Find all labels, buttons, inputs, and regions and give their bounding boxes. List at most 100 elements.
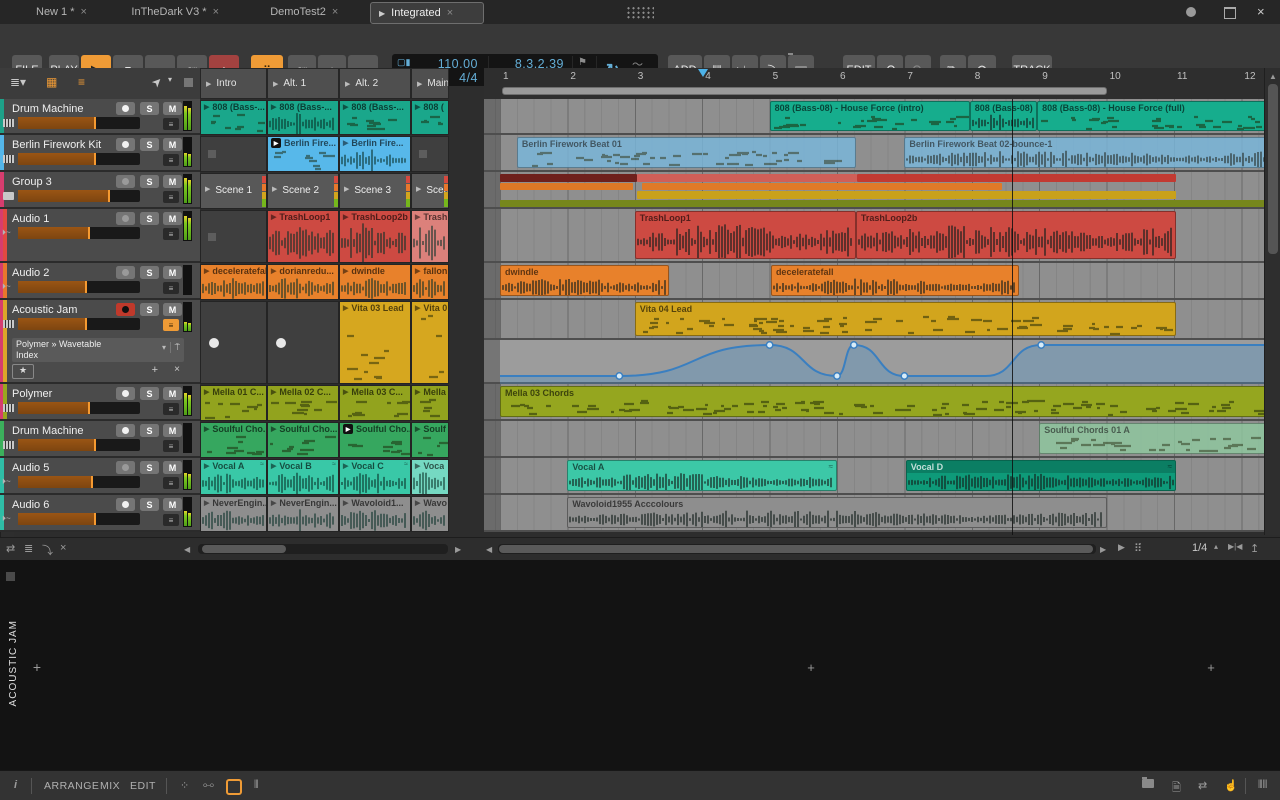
arranger-clip[interactable]: Soulful Chords 01 A	[1039, 423, 1269, 454]
solo-button[interactable]: S	[140, 175, 159, 188]
scene-play-icon[interactable]: ▶	[273, 80, 278, 88]
loop-range-icon[interactable]: ▢▮	[397, 57, 410, 68]
clip-slot[interactable]: ▶ Berlin Fire...	[267, 136, 339, 172]
record-arm-button[interactable]	[116, 175, 135, 188]
scene-play-icon[interactable]: ▶	[345, 80, 350, 88]
track-name[interactable]: Polymer	[12, 388, 52, 400]
group-mini-clip[interactable]	[500, 199, 1269, 208]
track-row[interactable]: Berlin Firework Kit S M ≡	[0, 135, 200, 172]
track-list-menu-icon[interactable]: ≣▾	[10, 75, 26, 89]
track-name[interactable]: Audio 2	[12, 267, 49, 279]
clip-playing-icon[interactable]: ▶	[343, 424, 353, 434]
track-name[interactable]: Berlin Firework Kit	[12, 139, 101, 151]
track-name[interactable]: Audio 5	[12, 462, 49, 474]
clip-slot[interactable]	[200, 301, 267, 384]
arranger-clip[interactable]: 808 (Bass-08) - House Force (intro)	[769, 101, 970, 131]
group-mini-clip[interactable]	[641, 182, 1003, 191]
clip-play-icon[interactable]: ▶	[204, 499, 209, 507]
tab-close-icon[interactable]: ×	[213, 6, 219, 18]
solo-button[interactable]: S	[140, 138, 159, 151]
punch-in-icon[interactable]: ⚑	[578, 57, 587, 68]
group-mini-clip[interactable]	[636, 191, 1176, 199]
track-row[interactable]: Audio 6 S M ⏵~ ≡	[0, 495, 200, 532]
favorite-star-icon[interactable]: ★	[12, 364, 34, 379]
record-arm-button[interactable]	[116, 387, 135, 400]
close-icon[interactable]: ×	[1257, 4, 1265, 19]
clip-play-icon[interactable]: ▶	[271, 267, 276, 275]
clip-slot[interactable]	[200, 210, 267, 263]
solo-button[interactable]: S	[140, 102, 159, 115]
mute-button[interactable]: M	[163, 498, 182, 511]
solo-button[interactable]: S	[140, 303, 159, 316]
project-folder-icon[interactable]	[1142, 779, 1154, 791]
clip-slot[interactable]: ▶ TrashLoop2b	[339, 210, 411, 263]
volume-fader[interactable]	[18, 476, 140, 488]
track-menu-button[interactable]: ≡	[163, 191, 179, 203]
clip-slot[interactable]: ▶ Vita 03 Lead	[339, 301, 411, 384]
arranger-clip[interactable]: Berlin Firework Beat 02-bounce-1	[904, 137, 1269, 168]
volume-fader[interactable]	[18, 281, 140, 293]
mute-button[interactable]: M	[163, 303, 182, 316]
track-swap-icon[interactable]: ⇄	[6, 542, 15, 555]
mute-button[interactable]: M	[163, 138, 182, 151]
clip-play-icon[interactable]: ▶	[204, 462, 209, 470]
clip-play-icon[interactable]: ▶	[343, 388, 348, 396]
mute-button[interactable]: M	[163, 266, 182, 279]
chooser-pin-icon[interactable]: ⍑	[169, 342, 180, 353]
volume-fader[interactable]	[18, 318, 140, 330]
arranger-clip[interactable]: TrashLoop2b	[855, 211, 1176, 259]
mute-button[interactable]: M	[163, 387, 182, 400]
launcher-scroll-right-icon[interactable]: ▶	[455, 545, 461, 554]
track-name[interactable]: Drum Machine	[12, 103, 84, 115]
scene-header[interactable]: ▶ Alt. 1	[267, 68, 339, 99]
document-tab[interactable]: ▶ Integrated ×	[370, 2, 484, 24]
scroll-follow-icon[interactable]: ↥	[1250, 542, 1259, 555]
clip-play-icon[interactable]: ▶	[415, 103, 420, 111]
clip-play-icon[interactable]: ▶	[343, 139, 348, 147]
track-name[interactable]: Drum Machine	[12, 425, 84, 437]
volume-fader[interactable]	[18, 402, 140, 414]
clip-slot[interactable]: ▶ Wavo	[411, 496, 449, 532]
tool-dropdown-icon[interactable]: ▾	[168, 75, 172, 84]
keyboard-icon[interactable]: ⫴⫴	[1258, 779, 1267, 792]
clip-play-icon[interactable]: ▶	[415, 462, 420, 470]
scene-header[interactable]: ▶ Intro	[200, 68, 267, 99]
io-swap-icon[interactable]: ⇄	[1198, 779, 1207, 792]
solo-button[interactable]: S	[140, 387, 159, 400]
volume-fader[interactable]	[18, 117, 140, 129]
track-menu-button[interactable]: ≡	[163, 319, 179, 331]
clear-icon[interactable]: ×	[60, 542, 66, 554]
launcher-hscrollbar[interactable]	[198, 544, 448, 554]
arranger-clip[interactable]: Vocal A ≈	[567, 460, 837, 491]
clip-play-icon[interactable]: ▶	[344, 185, 349, 196]
clip-slot[interactable]	[411, 136, 449, 172]
clip-play-icon[interactable]: ▶	[415, 425, 420, 433]
arranger-clip[interactable]: 808 (Bass-08)	[969, 101, 1038, 131]
solo-button[interactable]: S	[140, 212, 159, 225]
clip-play-icon[interactable]: ▶	[416, 185, 421, 196]
zoom-level-value[interactable]: 1/4	[1192, 542, 1207, 554]
arranger-scroll-left-icon[interactable]: ◀	[486, 545, 492, 554]
clip-slot[interactable]: ▶ fallon	[411, 264, 449, 300]
track-name[interactable]: Group 3	[12, 176, 52, 188]
clip-slot[interactable]: ▶ Soulful Cho...	[267, 422, 339, 458]
solo-button[interactable]: S	[140, 424, 159, 437]
chooser-remove-icon[interactable]: ×	[174, 364, 180, 375]
clip-slot[interactable]: ▶ Mella	[411, 385, 449, 421]
arranger-clip[interactable]: Mella 03 Chords	[500, 386, 1269, 417]
group-mini-clip[interactable]	[636, 174, 858, 182]
clip-play-icon[interactable]: ▶	[343, 267, 348, 275]
vscroll-thumb[interactable]	[1268, 84, 1278, 254]
track-list-icon[interactable]: ≣	[24, 542, 33, 555]
playhead[interactable]	[1012, 99, 1014, 535]
clip-slot[interactable]: ▶ 808 (Bass-...	[267, 100, 339, 135]
arranger-hscrollbar[interactable]	[498, 544, 1096, 554]
automation-editor-icon[interactable]: ⠿́	[1134, 542, 1142, 555]
mute-button[interactable]: M	[163, 424, 182, 437]
arranger-clip[interactable]: Wavoloid1955 Acccolours	[567, 497, 1107, 528]
track-menu-button[interactable]: ≡	[163, 154, 179, 166]
track-menu-button[interactable]: ≡	[163, 118, 179, 130]
mute-button[interactable]: M	[163, 212, 182, 225]
clip-play-icon[interactable]: ▶	[343, 462, 348, 470]
solo-button[interactable]: S	[140, 266, 159, 279]
